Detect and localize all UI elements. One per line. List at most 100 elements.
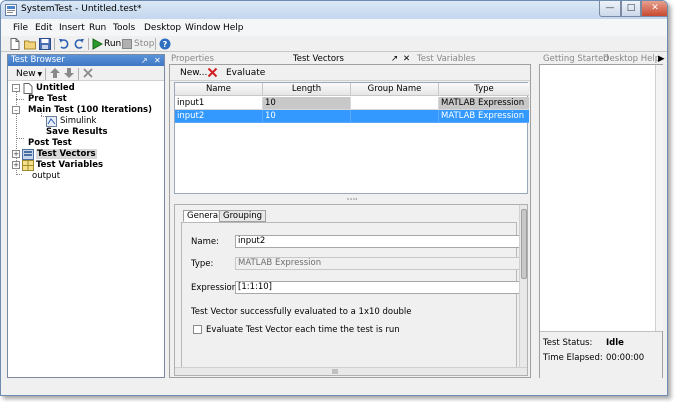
- new-vector-button[interactable]: New...: [180, 68, 207, 78]
- tab-getting-started[interactable]: Getting Started: [543, 54, 609, 64]
- document-icon: [23, 83, 33, 94]
- tab-test-vectors[interactable]: Test Vectors: [293, 54, 344, 64]
- test-vectors-table: Name Length Group Name Type input1 10 MA…: [174, 82, 529, 194]
- cell-name[interactable]: input1: [175, 97, 263, 110]
- scrollbar-thumb[interactable]: [521, 209, 527, 279]
- column-header-group-name[interactable]: Group Name: [351, 83, 439, 96]
- menu-tools[interactable]: Tools: [113, 23, 135, 33]
- tab-close-icon[interactable]: ✕: [403, 54, 410, 64]
- cell-type[interactable]: MATLAB Expression: [439, 110, 529, 123]
- minimize-button[interactable]: —: [599, 1, 621, 17]
- test-status-value: Idle: [606, 338, 624, 348]
- tree-connector: [16, 88, 17, 149]
- new-label: New: [16, 69, 36, 79]
- general-form: Name: input2 Type: MATLAB Expression Exp…: [181, 222, 521, 372]
- toolbar-separator: [88, 38, 89, 50]
- tab-pin-icon[interactable]: ↗: [391, 54, 398, 64]
- maximize-button[interactable]: □: [621, 1, 641, 17]
- evaluate-button[interactable]: Evaluate: [226, 68, 265, 78]
- undo-icon[interactable]: [58, 38, 70, 50]
- tree-connector: [16, 99, 24, 100]
- column-header-length[interactable]: Length: [263, 83, 351, 96]
- panel-splitter[interactable]: [174, 196, 528, 202]
- expression-field[interactable]: [1:1:10]: [235, 281, 521, 294]
- new-file-icon[interactable]: [9, 38, 21, 50]
- evaluate-each-run-checkbox[interactable]: [193, 325, 202, 334]
- maximize-icon: □: [626, 3, 636, 13]
- test-vectors-toolbar: New... Evaluate: [170, 65, 530, 81]
- column-header-name[interactable]: Name: [175, 83, 263, 96]
- new-dropdown-button[interactable]: New ▼: [16, 69, 42, 79]
- delete-icon[interactable]: [82, 67, 94, 79]
- cell-type[interactable]: MATLAB Expression: [439, 97, 529, 110]
- test-browser-panel: Test Browser ↗ ✕ New ▼ – Untitled Pre Te…: [7, 54, 165, 378]
- toolbar-separator: [54, 38, 55, 50]
- tab-properties[interactable]: Properties: [171, 54, 214, 64]
- tab-scroll-right-icon[interactable]: ▶: [658, 54, 665, 64]
- run-button[interactable]: Run: [104, 39, 121, 49]
- splitter-grip-icon: [347, 198, 357, 200]
- cell-name[interactable]: input2: [175, 110, 263, 123]
- collapse-icon[interactable]: –: [12, 106, 20, 114]
- menu-help[interactable]: Help: [223, 23, 244, 33]
- cell-group-name[interactable]: [351, 97, 439, 110]
- status-bar: [1, 380, 667, 395]
- help-icon[interactable]: ?: [159, 38, 171, 50]
- details-horizontal-scrollbar[interactable]: [175, 367, 527, 375]
- stop-button[interactable]: Stop: [134, 39, 154, 49]
- tree-connector: [16, 174, 22, 175]
- expand-icon[interactable]: +: [12, 150, 20, 158]
- menu-file[interactable]: File: [13, 23, 28, 33]
- menu-desktop[interactable]: Desktop: [144, 23, 181, 33]
- test-vectors-icon: [22, 149, 34, 160]
- window-title: SystemTest - Untitled.test*: [21, 4, 142, 14]
- middle-tab-row: Properties Test Vectors ↗ ✕ Test Variabl…: [169, 54, 531, 64]
- tab-test-variables[interactable]: Test Variables: [417, 54, 475, 64]
- column-header-type[interactable]: Type: [439, 83, 529, 96]
- time-elapsed-label: Time Elapsed:: [543, 353, 603, 363]
- expression-label: Expression:: [191, 283, 241, 293]
- redo-icon[interactable]: [73, 38, 85, 50]
- tab-desktop-help[interactable]: Desktop Help: [603, 54, 660, 64]
- close-icon: ✕: [651, 3, 659, 13]
- cell-length[interactable]: 10: [263, 97, 351, 110]
- run-icon[interactable]: [91, 38, 103, 50]
- menu-window[interactable]: Window: [185, 23, 221, 33]
- menu-run[interactable]: Run: [89, 23, 106, 33]
- delete-vector-icon[interactable]: [207, 67, 218, 78]
- collapse-icon[interactable]: –: [12, 84, 20, 92]
- cell-group-name[interactable]: [351, 110, 439, 123]
- right-tab-row: Getting Started Desktop Help ▶: [541, 54, 665, 64]
- test-browser-header: Test Browser ↗ ✕: [8, 55, 164, 66]
- menu-bar: File Edit Insert Run Tools Desktop Windo…: [1, 19, 667, 36]
- vector-details-panel: General Grouping Name: input2 Type: MATL…: [174, 204, 528, 376]
- move-down-icon[interactable]: [63, 67, 75, 79]
- expand-icon[interactable]: +: [12, 161, 20, 169]
- help-vertical-scrollbar[interactable]: [655, 65, 663, 331]
- type-field: MATLAB Expression: [235, 257, 521, 270]
- menu-insert[interactable]: Insert: [59, 23, 85, 33]
- title-bar[interactable]: SystemTest - Untitled.test* — □ ✕: [1, 1, 667, 19]
- systemtest-window: SystemTest - Untitled.test* — □ ✕ File E…: [0, 0, 668, 396]
- close-button[interactable]: ✕: [641, 1, 667, 17]
- name-field[interactable]: input2: [235, 235, 521, 248]
- tab-grouping[interactable]: Grouping: [219, 210, 267, 222]
- scroll-grip-icon: [332, 369, 338, 374]
- systemtest-app-icon: [5, 4, 17, 16]
- stop-icon[interactable]: [121, 38, 133, 50]
- save-icon[interactable]: [39, 38, 51, 50]
- menu-edit[interactable]: Edit: [35, 23, 52, 33]
- toolbar-separator: [78, 68, 79, 80]
- cell-length[interactable]: 10: [263, 110, 351, 123]
- test-status-label: Test Status:: [543, 338, 593, 348]
- pin-icon[interactable]: ↗: [141, 55, 148, 66]
- test-status-area: Test Status: Idle Time Elapsed: 00:00:00: [540, 331, 662, 379]
- details-vertical-scrollbar[interactable]: [519, 205, 527, 367]
- minimize-icon: —: [605, 3, 615, 13]
- close-panel-icon[interactable]: ✕: [154, 55, 161, 66]
- main-toolbar: Run Stop ?: [1, 36, 667, 52]
- move-up-icon[interactable]: [49, 67, 61, 79]
- open-folder-icon[interactable]: [24, 38, 36, 50]
- evaluate-each-run-label: Evaluate Test Vector each time the test …: [206, 325, 400, 335]
- help-panel: Test Status: Idle Time Elapsed: 00:00:00: [539, 64, 663, 379]
